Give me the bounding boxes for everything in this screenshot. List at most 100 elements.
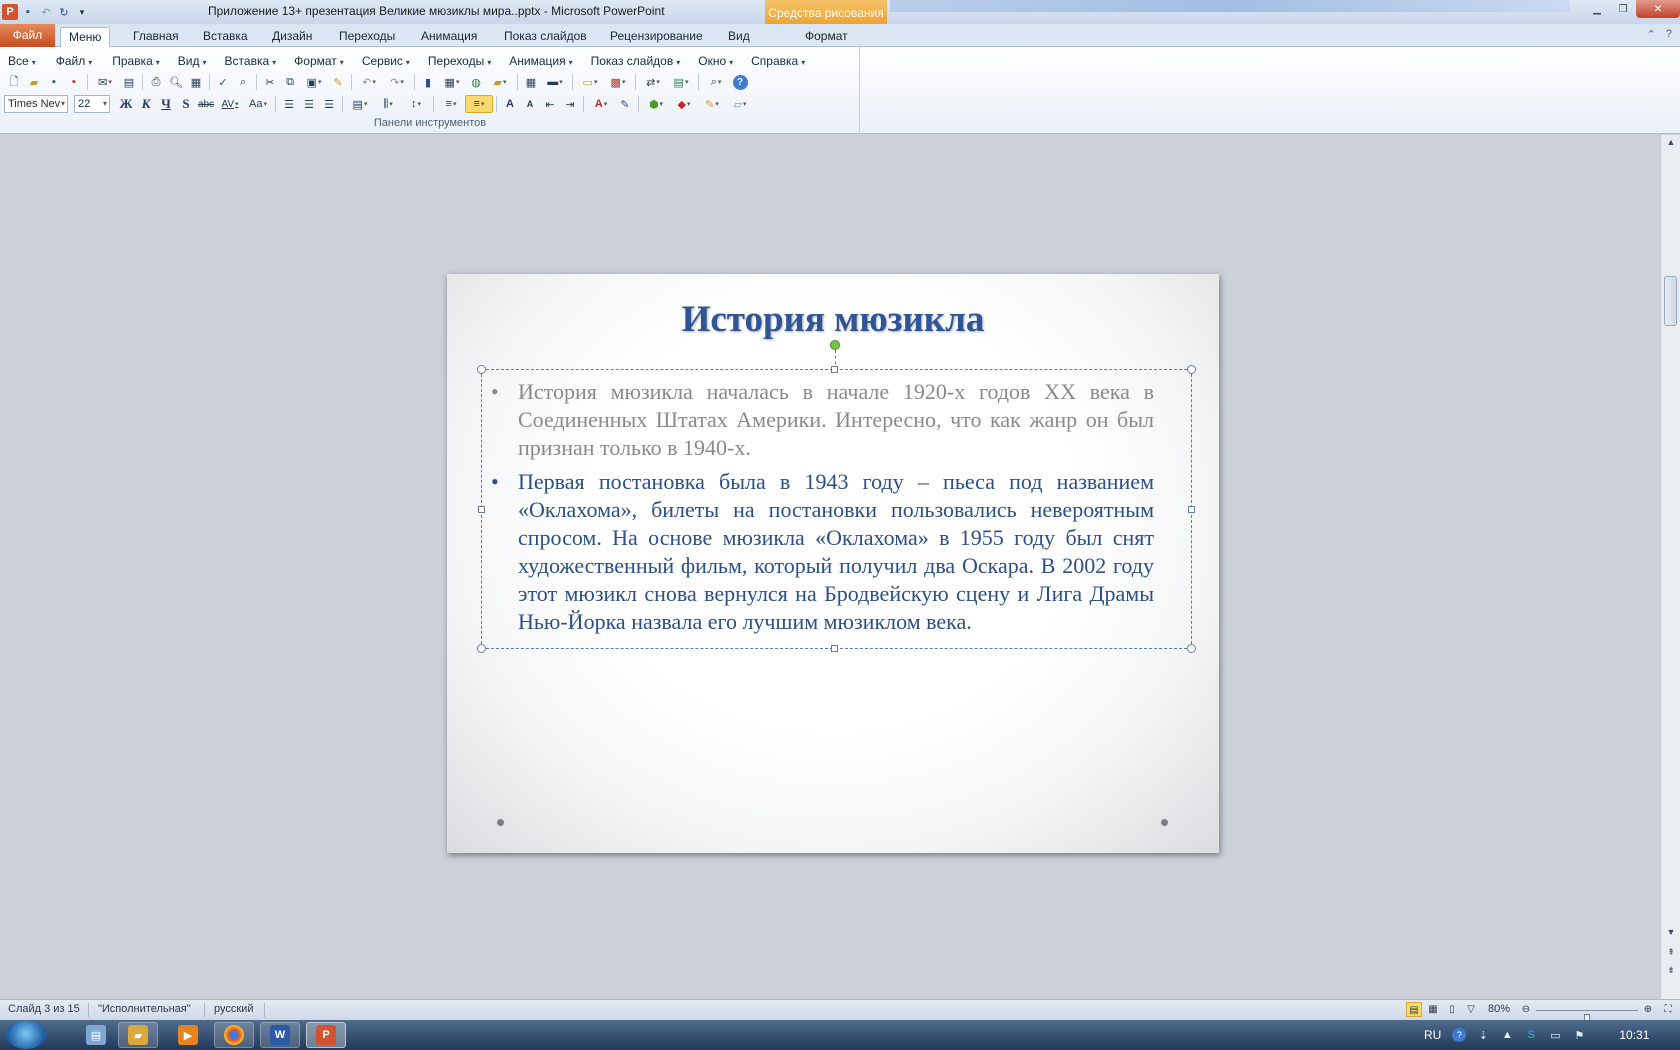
menu-format[interactable]: Формат	[290, 53, 350, 69]
font-color-icon[interactable]: A	[587, 95, 615, 113]
zoom-in-icon[interactable]: ⊕	[1640, 1002, 1656, 1017]
permission-icon[interactable]: ▪	[64, 73, 84, 91]
language-indicator[interactable]: русский	[214, 1003, 253, 1015]
shapes-icon[interactable]: ⬢	[642, 95, 670, 113]
close-button[interactable]: ✕	[1636, 0, 1680, 18]
shape-fill-icon[interactable]: ◆	[670, 95, 698, 113]
zoom-out-icon[interactable]: ⊖	[1518, 1002, 1534, 1017]
scrollbar-thumb[interactable]	[1664, 276, 1677, 326]
columns-icon[interactable]: ⫼	[374, 95, 402, 113]
menu-tools[interactable]: Сервис	[358, 53, 416, 69]
numbering-icon[interactable]: ≡	[437, 95, 465, 113]
bullet-item[interactable]: Первая постановка была в 1943 году – пье…	[491, 468, 1154, 636]
help-circle-icon[interactable]: ?	[730, 73, 750, 91]
taskbar-powerpoint[interactable]: P	[306, 1022, 346, 1048]
bold-button[interactable]: Ж	[116, 95, 136, 113]
increase-indent-icon[interactable]: ⇥	[560, 95, 580, 113]
chart-icon[interactable]: ▮	[418, 73, 438, 91]
font-name-combobox[interactable]: Times Nev	[4, 95, 68, 113]
increase-font-icon[interactable]: A	[500, 95, 520, 113]
slideshow-view-icon[interactable]: ▽	[1463, 1002, 1479, 1017]
theme-name[interactable]: "Исполнительная"	[98, 1003, 191, 1015]
menu-edit[interactable]: Правка	[108, 53, 166, 69]
shape-effects-icon[interactable]: ▱	[726, 95, 754, 113]
insert-folder-icon[interactable]: ▰	[486, 73, 514, 91]
arrange-icon[interactable]: ⇄	[639, 73, 667, 91]
slide-canvas[interactable]: История мюзикла История мюзикла началась…	[447, 274, 1219, 853]
tab-home[interactable]: Главная	[125, 27, 187, 47]
tab-transitions[interactable]: Переходы	[331, 27, 403, 47]
character-spacing-button[interactable]: AV	[216, 95, 244, 113]
language-help-icon[interactable]: ?	[1451, 1027, 1467, 1043]
zoom-level[interactable]: 80%	[1488, 1003, 1510, 1015]
grid-icon[interactable]: ▦	[521, 73, 541, 91]
table-icon[interactable]: ▦	[438, 73, 466, 91]
slide-layout-icon[interactable]: ▤	[667, 73, 695, 91]
menu-insert[interactable]: Вставка	[221, 53, 283, 69]
taskbar-notepad[interactable]: ▤	[76, 1022, 116, 1048]
show-hidden-icons-icon[interactable]: ▲	[1499, 1027, 1515, 1043]
taskbar-chrome[interactable]	[214, 1022, 254, 1048]
undo-icon[interactable]: ↶	[355, 73, 383, 91]
shape-outline-icon[interactable]: ✎	[698, 95, 726, 113]
taskbar-word[interactable]: W	[260, 1022, 300, 1048]
font-size-combobox[interactable]: 22	[74, 95, 110, 113]
scroll-up-arrow-icon[interactable]: ▲	[1661, 137, 1680, 153]
tab-file[interactable]: Файл	[0, 24, 55, 47]
menu-help[interactable]: Справка	[747, 53, 811, 69]
slide-sorter-icon[interactable]: ▦	[1425, 1002, 1441, 1017]
publish-icon[interactable]: ▤	[119, 73, 139, 91]
normal-view-icon[interactable]: ▤	[1406, 1002, 1422, 1017]
spelling-icon[interactable]: ✓	[213, 73, 233, 91]
maximize-button[interactable]: ❐	[1610, 0, 1636, 18]
tab-design[interactable]: Дизайн	[264, 27, 320, 47]
tab-view[interactable]: Вид	[720, 27, 758, 47]
underline-button[interactable]: Ч	[156, 95, 176, 113]
resize-handle-top-left[interactable]	[477, 365, 486, 374]
view-icon[interactable]: ▦	[186, 73, 206, 91]
print-icon[interactable]: ⎙	[146, 73, 166, 91]
vertical-scrollbar[interactable]: ▲ ▼ ⇞ ⇟	[1660, 135, 1680, 999]
save-icon[interactable]: ▪	[44, 73, 64, 91]
resize-handle-bottom-left[interactable]	[477, 644, 486, 653]
minimize-button[interactable]: ▁	[1584, 0, 1610, 18]
color-scheme-icon[interactable]: ▩	[604, 73, 632, 91]
align-left-icon[interactable]: ☰	[279, 95, 299, 113]
research-icon[interactable]: ⌕	[233, 73, 253, 91]
save-icon[interactable]: ▪	[20, 4, 36, 20]
resize-handle-bottom-right[interactable]	[1187, 644, 1196, 653]
resize-handle-right[interactable]	[1188, 506, 1195, 513]
fit-to-window-icon[interactable]: ⛶	[1660, 1002, 1676, 1017]
decrease-indent-icon[interactable]: ⇤	[540, 95, 560, 113]
text-direction-icon[interactable]: ▤	[346, 95, 374, 113]
copy-icon[interactable]: ⧉	[280, 73, 300, 91]
align-center-icon[interactable]: ☰	[299, 95, 319, 113]
tab-insert[interactable]: Вставка	[195, 27, 256, 47]
open-folder-icon[interactable]: ▰	[24, 73, 44, 91]
minimize-ribbon-icon[interactable]: ⌃	[1647, 28, 1656, 41]
start-button[interactable]	[6, 1021, 46, 1049]
rotation-handle[interactable]	[830, 340, 840, 350]
taskbar-media[interactable]: ▶	[168, 1022, 208, 1048]
content-textbox[interactable]: История мюзикла началась в начале 1920-х…	[477, 340, 1196, 653]
resize-handle-top[interactable]	[831, 366, 838, 373]
scroll-down-arrow-icon[interactable]: ▼	[1661, 927, 1680, 943]
clear-formatting-icon[interactable]: ✎	[615, 95, 635, 113]
menu-view[interactable]: Вид	[174, 53, 213, 69]
menu-transitions[interactable]: Переходы	[424, 53, 497, 69]
tab-animation[interactable]: Анимация	[413, 27, 485, 47]
menu-file[interactable]: Файл	[52, 53, 99, 69]
decrease-font-icon[interactable]: A	[520, 95, 540, 113]
menu-slideshow[interactable]: Показ слайдов	[587, 53, 687, 69]
format-painter-icon[interactable]: ✎	[328, 73, 348, 91]
zoom-slider[interactable]	[1536, 1010, 1638, 1026]
tab-slideshow[interactable]: Показ слайдов	[496, 27, 595, 47]
comment-icon[interactable]: ▭	[576, 73, 604, 91]
resize-handle-top-right[interactable]	[1187, 365, 1196, 374]
action-center-flag-icon[interactable]: ⚑	[1571, 1027, 1587, 1043]
bullet-list[interactable]: История мюзикла началась в начале 1920-х…	[491, 378, 1154, 642]
menu-window[interactable]: Окно	[694, 53, 739, 69]
tab-format[interactable]: Формат	[797, 27, 856, 47]
next-slide-icon[interactable]: ⇟	[1661, 965, 1680, 981]
resize-handle-bottom[interactable]	[831, 645, 838, 652]
